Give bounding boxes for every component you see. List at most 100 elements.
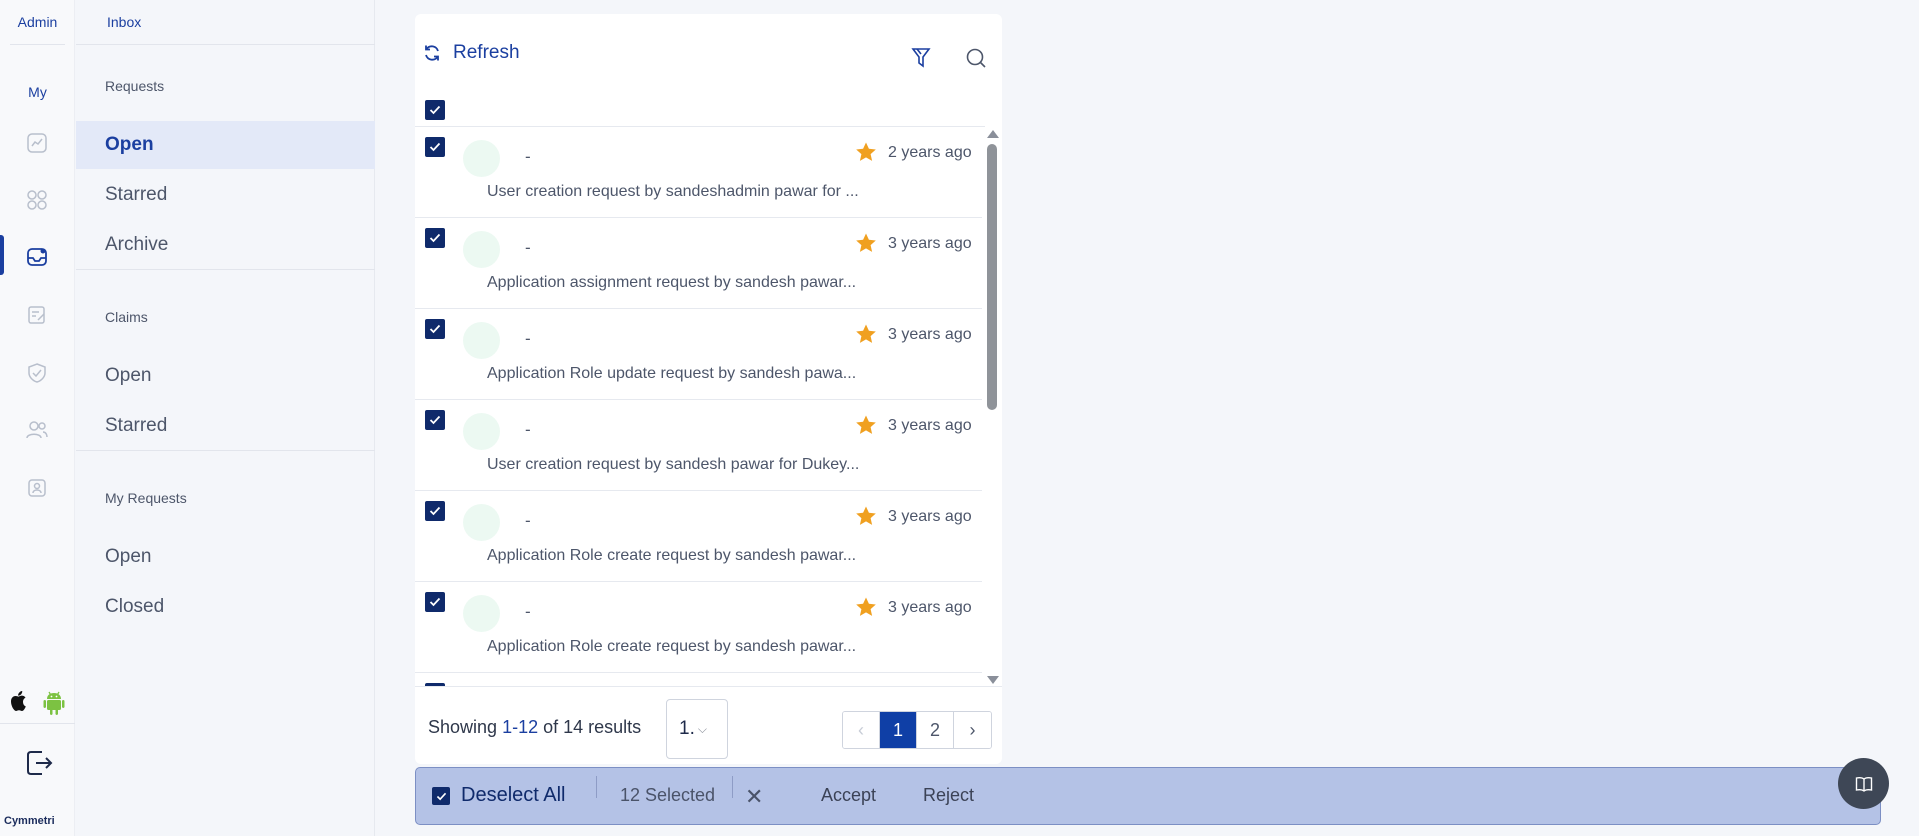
request-time: 3 years ago (888, 235, 972, 252)
my-requests-heading: My Requests (105, 490, 187, 506)
nav-divider (76, 450, 375, 451)
inbox-icon[interactable] (25, 245, 49, 269)
nav-requests-archive[interactable]: Archive (76, 221, 375, 269)
review-icon[interactable] (25, 303, 49, 327)
chevron-down-icon: ⌵ (697, 721, 707, 736)
logout-icon[interactable] (24, 748, 54, 778)
row-checkbox[interactable] (425, 410, 445, 430)
check-icon (436, 792, 446, 800)
list-scrollbar[interactable] (985, 130, 999, 688)
showing-prefix: Showing (428, 717, 498, 737)
requester-name: - (525, 147, 531, 166)
request-list: - 2 years ago User creation request by san… (415, 126, 985, 686)
scroll-thumb[interactable] (987, 144, 997, 410)
requests-heading: Requests (105, 78, 165, 94)
nav-claims-starred[interactable]: Starred (76, 402, 375, 450)
check-icon (429, 415, 441, 425)
scroll-down-arrow[interactable] (987, 676, 999, 684)
help-book-icon[interactable] (1838, 758, 1889, 809)
nav-requests-open[interactable]: Open (76, 121, 375, 169)
shield-check-icon[interactable] (25, 361, 49, 385)
avatar (463, 140, 500, 177)
request-time: 3 years ago (888, 326, 972, 343)
requester-name: - (525, 238, 531, 257)
brand-logo: Cymmetri (4, 815, 55, 827)
star-icon[interactable] (855, 323, 877, 345)
list-item[interactable]: - 3 years ago Application Role update requ… (415, 309, 982, 400)
inbox-nav: Inbox Requests Open Starred Archive Clai… (76, 0, 375, 836)
request-description: User creation request by sandesh pawar f… (487, 456, 860, 473)
claims-heading: Claims (105, 309, 148, 325)
avatar (463, 322, 500, 359)
requester-name: - (525, 420, 531, 439)
row-checkbox[interactable] (425, 228, 445, 248)
nav-my-requests-closed[interactable]: Closed (76, 583, 375, 631)
deselect-all-checkbox[interactable] (432, 787, 450, 805)
list-item[interactable]: - 3 years ago Application Role create requ… (415, 582, 982, 673)
apple-icon[interactable] (8, 690, 32, 714)
active-indicator (0, 235, 4, 275)
reject-button[interactable]: Reject (923, 785, 974, 806)
identity-badge-icon[interactable] (25, 476, 49, 500)
accept-button[interactable]: Accept (821, 785, 876, 806)
star-icon[interactable] (855, 141, 877, 163)
row-checkbox[interactable] (425, 319, 445, 339)
nav-claims-open[interactable]: Open (76, 352, 375, 400)
nav-title: Inbox (107, 14, 142, 30)
star-icon[interactable] (855, 414, 877, 436)
list-item[interactable]: - 3 years ago Application Role create requ… (415, 491, 982, 582)
next-page-button[interactable]: › (954, 712, 991, 748)
check-icon (429, 142, 441, 152)
android-icon[interactable] (42, 690, 66, 715)
check-icon (429, 506, 441, 516)
close-icon[interactable]: ✕ (745, 784, 763, 810)
row-checkbox[interactable] (425, 592, 445, 612)
filter-icon[interactable] (911, 47, 933, 69)
page-2-button[interactable]: 2 (917, 712, 954, 748)
page-1-button[interactable]: 1 (880, 712, 917, 748)
search-icon[interactable] (965, 47, 987, 69)
list-item[interactable] (415, 673, 982, 686)
list-item[interactable]: - 3 years ago User creation request by san… (415, 400, 982, 491)
list-footer: Showing 1-12 of 14 results 1. ⌵ ‹ 1 2 › (415, 686, 1002, 764)
rail-divider (10, 44, 65, 45)
avatar (463, 231, 500, 268)
deselect-all-button[interactable]: Deselect All (461, 784, 566, 807)
request-time: 3 years ago (888, 508, 972, 525)
apps-grid-icon[interactable] (25, 188, 49, 212)
star-icon[interactable] (855, 505, 877, 527)
star-icon[interactable] (855, 596, 877, 618)
list-item[interactable]: - 3 years ago Application assignment reque… (415, 218, 982, 309)
refresh-button[interactable]: Refresh (423, 42, 520, 64)
scroll-up-arrow[interactable] (987, 130, 999, 138)
showing-suffix: of 14 results (543, 717, 642, 737)
select-all-checkbox[interactable] (425, 100, 445, 120)
list-item[interactable]: - 2 years ago User creation request by san… (415, 127, 982, 218)
bulk-action-bar: Deselect All 12 Selected ✕ Accept Reject (415, 767, 1881, 825)
list-toolbar: Refresh (415, 14, 1002, 100)
my-label[interactable]: My (0, 84, 75, 100)
action-divider (596, 776, 597, 798)
dashboard-icon[interactable] (25, 131, 49, 155)
requester-name: - (525, 602, 531, 621)
star-icon[interactable] (855, 232, 877, 254)
action-divider (732, 776, 733, 798)
nav-my-requests-open[interactable]: Open (76, 533, 375, 581)
request-description: Application Role update request by sande… (487, 365, 857, 382)
showing-range: 1-12 (502, 717, 539, 737)
row-checkbox[interactable] (425, 501, 445, 521)
check-icon (429, 105, 441, 115)
request-description: Application Role create request by sande… (487, 547, 857, 564)
users-icon[interactable] (25, 418, 49, 442)
per-page-select[interactable]: 1. ⌵ (666, 699, 728, 759)
refresh-icon (425, 45, 439, 61)
admin-label[interactable]: Admin (0, 14, 75, 30)
refresh-label: Refresh (453, 42, 520, 63)
pagination: ‹ 1 2 › (842, 711, 992, 749)
prev-page-button[interactable]: ‹ (843, 712, 880, 748)
nav-requests-starred[interactable]: Starred (76, 171, 375, 219)
nav-divider (76, 44, 375, 45)
row-checkbox[interactable] (425, 137, 445, 157)
requester-name: - (525, 329, 531, 348)
request-time: 3 years ago (888, 417, 972, 434)
